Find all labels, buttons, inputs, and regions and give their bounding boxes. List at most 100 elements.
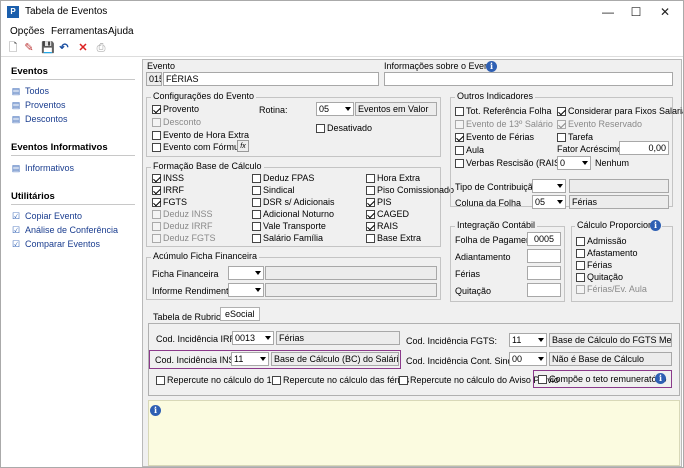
- undo-icon[interactable]: ↶: [57, 41, 71, 55]
- considerar-checkbox[interactable]: Considerar para Fixos Salariais: [557, 106, 683, 116]
- tipo-contrib-dropdown[interactable]: [532, 179, 566, 193]
- checkbox-box[interactable]: [576, 284, 585, 294]
- ficha-dropdown[interactable]: [228, 266, 264, 280]
- checkbox-box[interactable]: [366, 185, 375, 195]
- checkbox-box[interactable]: [152, 185, 161, 195]
- checkbox-box[interactable]: [576, 248, 585, 258]
- formacao-col2-checkbox[interactable]: Vale Transporte: [252, 221, 326, 231]
- checkbox-box[interactable]: [455, 106, 464, 116]
- checkbox-box[interactable]: [557, 132, 566, 142]
- sidebar-item-comparar[interactable]: Comparar Eventos: [25, 239, 100, 249]
- verbas-checkbox[interactable]: Verbas Rescisão (RAIS): [455, 158, 563, 168]
- checkbox-box[interactable]: [455, 145, 464, 155]
- close-button[interactable]: ✕: [650, 3, 680, 21]
- ferias-aula-checkbox[interactable]: Férias/Ev. Aula: [576, 284, 647, 294]
- checkbox-box[interactable]: [455, 132, 464, 142]
- formacao-col1-checkbox[interactable]: Deduz FGTS: [152, 233, 216, 243]
- edit-icon[interactable]: ✎: [22, 41, 36, 55]
- checkbox-box[interactable]: [576, 272, 585, 282]
- checkbox-box[interactable]: [399, 375, 408, 385]
- formacao-col1-checkbox[interactable]: IRRF: [152, 185, 184, 195]
- rep-13-checkbox[interactable]: Repercute no cálculo do 13º: [156, 375, 280, 385]
- maximize-button[interactable]: ☐: [621, 3, 651, 21]
- checkbox-box[interactable]: [576, 236, 585, 246]
- checkbox-box[interactable]: [252, 185, 261, 195]
- checkbox-box[interactable]: [557, 119, 566, 129]
- checkbox-box[interactable]: [152, 221, 161, 231]
- evt-ferias-checkbox[interactable]: Evento de Férias: [455, 132, 534, 142]
- evento-code-field[interactable]: 015: [146, 72, 162, 86]
- info-evento-field[interactable]: [384, 72, 673, 86]
- compoe-checkbox[interactable]: Compõe o teto remuneratório: [538, 374, 667, 384]
- checkbox-box[interactable]: [272, 375, 281, 385]
- tab-esocial[interactable]: eSocial: [220, 307, 260, 321]
- evt-13-checkbox[interactable]: Evento de 13º Salário: [455, 119, 553, 129]
- formacao-col1-checkbox[interactable]: FGTS: [152, 197, 187, 207]
- new-doc-icon[interactable]: 🗋: [6, 41, 20, 55]
- checkbox-box[interactable]: [366, 173, 375, 183]
- evento-name-field[interactable]: FÉRIAS: [163, 72, 379, 86]
- sidebar-item-proventos[interactable]: Proventos: [25, 100, 66, 110]
- checkbox-box[interactable]: [455, 119, 464, 129]
- coluna-folha-dropdown[interactable]: 05: [532, 195, 566, 209]
- rotina-dropdown[interactable]: 05: [316, 102, 354, 116]
- verbas-dropdown[interactable]: 0: [557, 156, 591, 170]
- info-icon[interactable]: i: [486, 61, 497, 72]
- formacao-col3-checkbox[interactable]: Hora Extra: [366, 173, 420, 183]
- checkbox-box[interactable]: [252, 173, 261, 183]
- formacao-col3-checkbox[interactable]: RAIS: [366, 221, 398, 231]
- formacao-col2-checkbox[interactable]: Adicional Noturno: [252, 209, 334, 219]
- sindical-dropdown[interactable]: 00: [509, 352, 547, 366]
- checkbox-box[interactable]: [538, 374, 547, 384]
- tab-rubricas[interactable]: Tabela de Rubricas: [153, 312, 230, 322]
- checkbox-box[interactable]: [152, 233, 161, 243]
- quitacao-prop-checkbox[interactable]: Quitação: [576, 272, 623, 282]
- info-icon[interactable]: i: [655, 373, 666, 384]
- checkbox-box[interactable]: [316, 123, 325, 133]
- menu-opcoes[interactable]: Opções: [10, 26, 44, 37]
- checkbox-box[interactable]: [366, 233, 375, 243]
- formacao-col2-checkbox[interactable]: DSR s/ Adicionais: [252, 197, 335, 207]
- formacao-col2-checkbox[interactable]: Sindical: [252, 185, 295, 195]
- menu-ajuda[interactable]: Ajuda: [108, 26, 134, 37]
- checkbox-box[interactable]: [152, 173, 161, 183]
- print-icon[interactable]: ⎙: [94, 41, 108, 55]
- checkbox-box[interactable]: [366, 221, 375, 231]
- minimize-button[interactable]: —: [593, 3, 623, 21]
- checkbox-box[interactable]: [152, 209, 161, 219]
- admissao-checkbox[interactable]: Admissão: [576, 236, 627, 246]
- fator-field[interactable]: 0,00: [619, 141, 669, 155]
- formacao-col3-checkbox[interactable]: Piso Comissionado: [366, 185, 454, 195]
- checkbox-box[interactable]: [252, 221, 261, 231]
- tot-ref-checkbox[interactable]: Tot. Referência Folha: [455, 106, 552, 116]
- save-icon[interactable]: 💾: [41, 41, 55, 55]
- formacao-col3-checkbox[interactable]: CAGED: [366, 209, 409, 219]
- checkbox-box[interactable]: [152, 142, 161, 152]
- checkbox-box[interactable]: [152, 197, 161, 207]
- checkbox-box[interactable]: [252, 209, 261, 219]
- fgts-dropdown[interactable]: 11: [509, 333, 547, 347]
- formula-button[interactable]: fx: [237, 140, 249, 152]
- checkbox-box[interactable]: [366, 209, 375, 219]
- sidebar-item-analise[interactable]: Análise de Conferência: [25, 225, 118, 235]
- checkbox-box[interactable]: [152, 117, 161, 127]
- aula-checkbox[interactable]: Aula: [455, 145, 484, 155]
- sidebar-item-descontos[interactable]: Descontos: [25, 114, 68, 124]
- hora-extra-checkbox[interactable]: Evento de Hora Extra: [152, 130, 249, 140]
- checkbox-box[interactable]: [252, 197, 261, 207]
- menu-ferramentas[interactable]: Ferramentas: [51, 26, 108, 37]
- afastamento-checkbox[interactable]: Afastamento: [576, 248, 638, 258]
- delete-icon[interactable]: ✕: [76, 41, 90, 55]
- rep-ferias-checkbox[interactable]: Repercute no cálculo das férias: [272, 375, 409, 385]
- inss-dropdown[interactable]: 11: [231, 352, 269, 366]
- adiantamento-field[interactable]: [527, 249, 561, 263]
- provento-checkbox[interactable]: Provento: [152, 104, 199, 114]
- folha-field[interactable]: 0005: [527, 232, 561, 246]
- desativado-checkbox[interactable]: Desativado: [316, 123, 372, 133]
- checkbox-box[interactable]: [455, 158, 464, 168]
- checkbox-box[interactable]: [152, 130, 161, 140]
- checkbox-box[interactable]: [366, 197, 375, 207]
- ferias-int-field[interactable]: [527, 266, 561, 280]
- informe-dropdown[interactable]: [228, 283, 264, 297]
- sidebar-item-todos[interactable]: Todos: [25, 86, 49, 96]
